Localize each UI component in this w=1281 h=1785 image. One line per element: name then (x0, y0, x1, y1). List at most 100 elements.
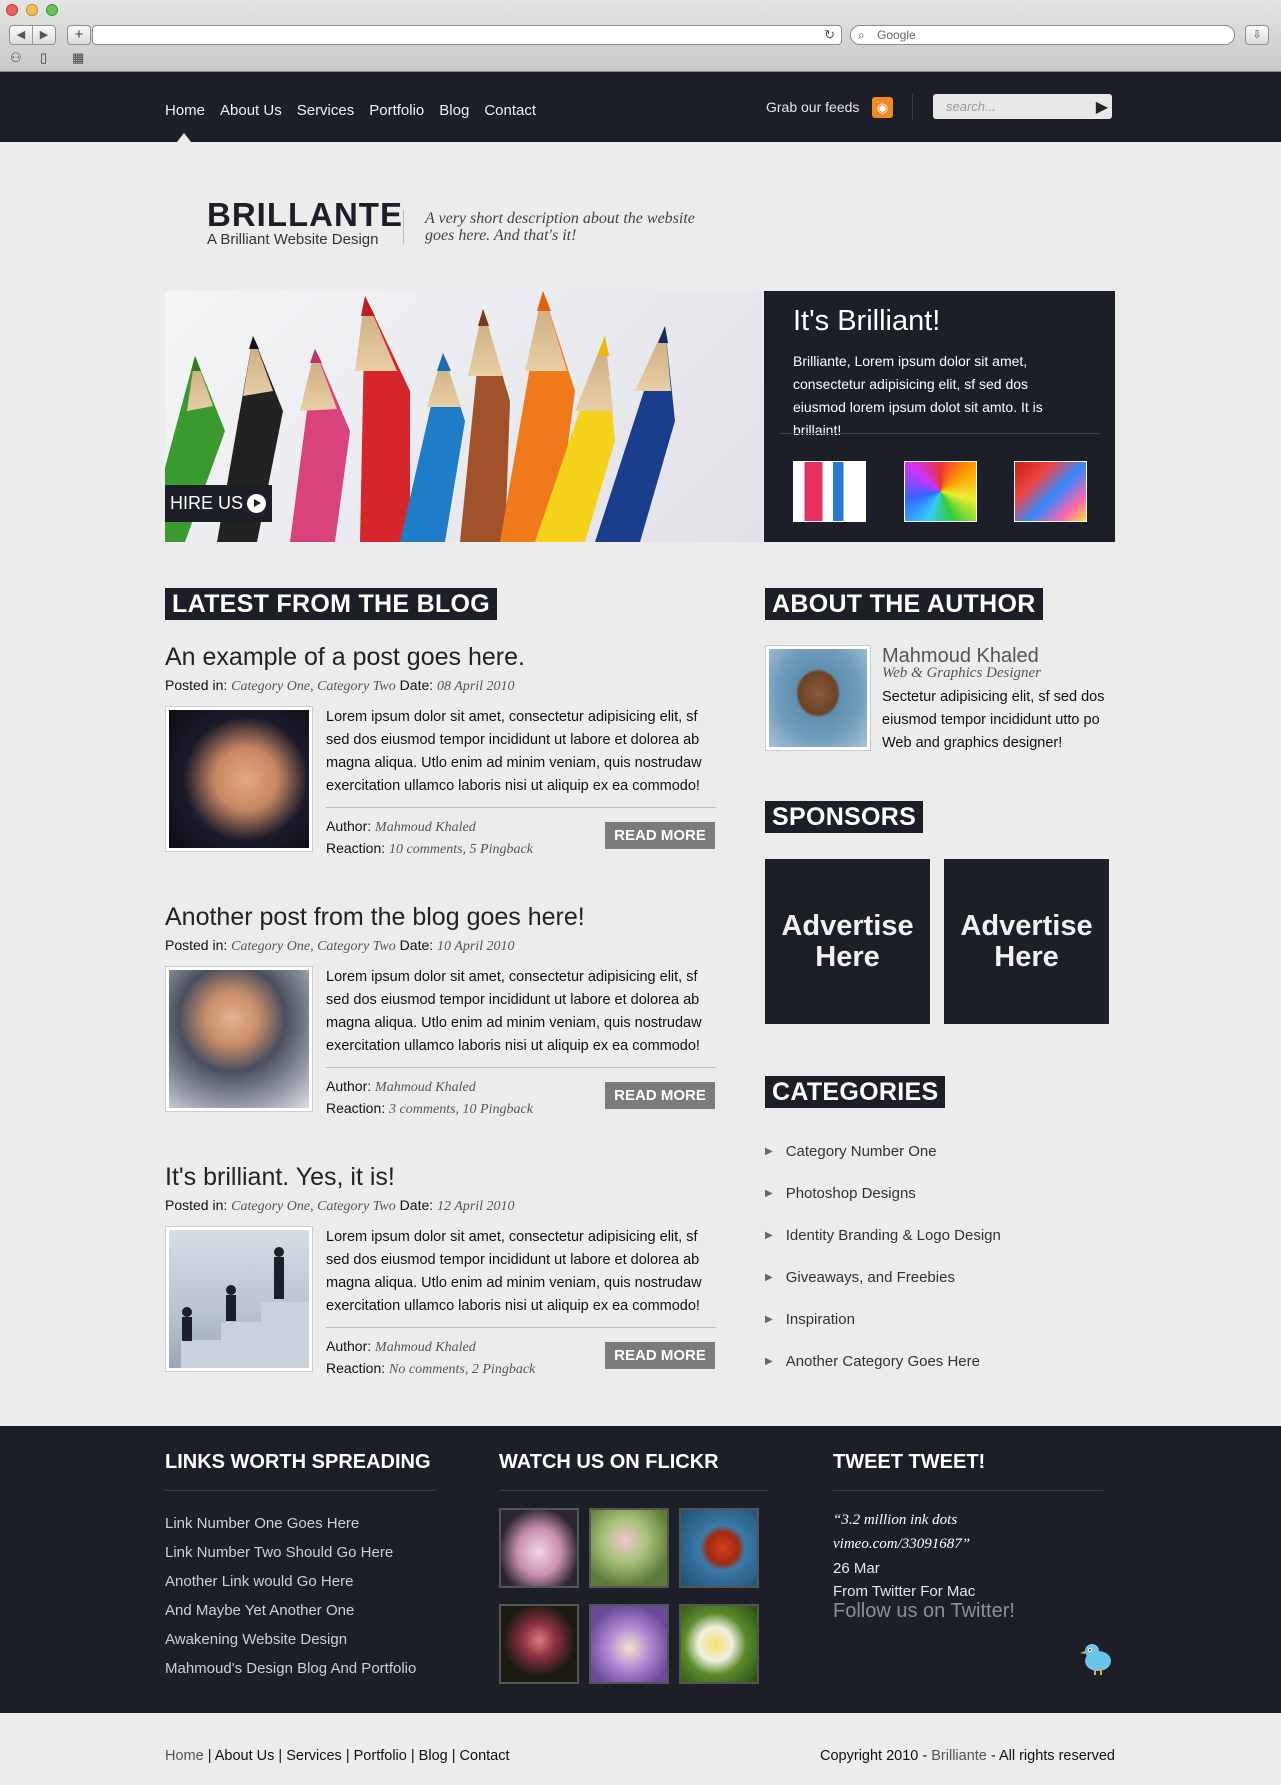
feature-thumbnail[interactable] (1014, 461, 1087, 522)
nav-home[interactable]: Home (165, 102, 205, 119)
tweet-link[interactable]: vimeo.com/33091687” (833, 1532, 970, 1556)
site-description: A very short description about the websi… (425, 210, 695, 244)
post-title[interactable]: Another post from the blog goes here! (165, 903, 585, 932)
author-role: Web & Graphics Designer (882, 665, 1042, 681)
flickr-photo[interactable] (679, 1508, 759, 1588)
search-submit-icon[interactable]: ▶ (1096, 95, 1108, 120)
pencil-red (355, 296, 410, 542)
post-categories[interactable]: Category One, Category Two (231, 1199, 396, 1214)
flickr-photo[interactable] (679, 1604, 759, 1684)
feature-panel: It's Brilliant! Brilliante, Lorem ipsum … (764, 291, 1115, 542)
flickr-photo[interactable] (589, 1508, 669, 1588)
read-more-button[interactable]: READ MORE (605, 1342, 715, 1369)
nav-portfolio[interactable]: Portfolio (369, 102, 424, 119)
feature-thumbnail[interactable] (793, 461, 866, 522)
category-link[interactable]: Category Number One (765, 1143, 937, 1160)
category-link[interactable]: Inspiration (765, 1311, 855, 1328)
bottom-bar: Home | About Us | Services | Portfolio |… (0, 1713, 1281, 1785)
flickr-photo[interactable] (499, 1508, 579, 1588)
footer-link[interactable]: Awakening Website Design (165, 1631, 347, 1648)
site-logo[interactable]: BRILLANTE (207, 196, 403, 234)
post-footer: Author: Mahmoud Khaled Reaction: 10 comm… (326, 816, 533, 860)
post-categories[interactable]: Category One, Category Two (231, 679, 396, 694)
reading-list-icon[interactable]: ⚇ (10, 50, 22, 66)
category-link[interactable]: Another Category Goes Here (765, 1353, 980, 1370)
zoom-window-icon[interactable] (46, 4, 58, 16)
site-footer: LINKS WORTH SPREADING Link Number One Go… (0, 1426, 1281, 1713)
post-author[interactable]: Mahmoud Khaled (375, 1340, 476, 1355)
bottom-navigation: Home | About Us | Services | Portfolio |… (165, 1748, 510, 1764)
author-label: Author: (326, 1338, 372, 1354)
search-input[interactable]: search... ▶ (933, 94, 1112, 119)
post-thumbnail[interactable] (165, 1226, 313, 1372)
minimize-window-icon[interactable] (26, 4, 38, 16)
post-reaction[interactable]: 10 comments, 5 Pingback (389, 842, 533, 857)
browser-search-field[interactable]: ⌕ Google (850, 25, 1235, 45)
twitter-heading: TWEET TWEET! (833, 1451, 986, 1473)
post-date: 12 April 2010 (437, 1199, 515, 1214)
category-link[interactable]: Photoshop Designs (765, 1185, 916, 1202)
reaction-label: Reaction: (326, 1100, 386, 1116)
post-excerpt: Lorem ipsum dolor sit amet, consectetur … (326, 1229, 702, 1314)
bottom-nav-about-us[interactable]: About Us (215, 1748, 275, 1764)
add-bookmark-button[interactable]: + (67, 25, 91, 45)
bottom-nav-blog[interactable]: Blog (419, 1748, 448, 1764)
twitter-bird-icon[interactable] (1080, 1641, 1116, 1675)
category-link[interactable]: Giveaways, and Freebies (765, 1269, 955, 1286)
footer-link[interactable]: Link Number One Goes Here (165, 1515, 359, 1532)
read-more-button[interactable]: READ MORE (605, 822, 715, 849)
nav-contact[interactable]: Contact (484, 102, 536, 119)
post-reaction[interactable]: No comments, 2 Pingback (389, 1362, 535, 1377)
post-excerpt: Lorem ipsum dolor sit amet, consectetur … (326, 969, 702, 1054)
sponsor-ad[interactable]: Advertise Here (944, 859, 1109, 1024)
nav-blog[interactable]: Blog (439, 102, 469, 119)
close-window-icon[interactable] (6, 4, 18, 16)
bookmarks-icon[interactable]: ▯ (40, 50, 47, 66)
post-author[interactable]: Mahmoud Khaled (375, 820, 476, 835)
posted-in-label: Posted in: (165, 677, 228, 693)
downloads-button[interactable]: ⇩ (1245, 25, 1269, 45)
browser-toolbar: ◀ ▶ + ↻ ⌕ Google ⇩ ⚇ ▯ ▦ (0, 0, 1281, 72)
flickr-photo[interactable] (589, 1604, 669, 1684)
footer-link[interactable]: Another Link would Go Here (165, 1573, 353, 1590)
nav-about-us[interactable]: About Us (220, 102, 282, 119)
back-forward-buttons: ◀ ▶ (9, 25, 56, 45)
post-meta: Posted in: Category One, Category Two Da… (165, 1197, 515, 1215)
reload-icon[interactable]: ↻ (824, 27, 835, 43)
forward-button[interactable]: ▶ (33, 26, 55, 44)
post-author[interactable]: Mahmoud Khaled (375, 1080, 476, 1095)
pencil-brown (460, 309, 510, 542)
feature-thumbnail[interactable] (904, 461, 977, 522)
back-button[interactable]: ◀ (10, 26, 33, 44)
posted-in-label: Posted in: (165, 937, 228, 953)
post-categories[interactable]: Category One, Category Two (231, 939, 396, 954)
rss-icon[interactable]: ◉ (872, 97, 893, 118)
bottom-nav-portfolio[interactable]: Portfolio (354, 1748, 407, 1764)
nav-services[interactable]: Services (297, 102, 355, 119)
browser-search-placeholder: Google (877, 28, 916, 42)
read-more-button[interactable]: READ MORE (605, 1082, 715, 1109)
post-title[interactable]: It's brilliant. Yes, it is! (165, 1163, 395, 1192)
bottom-nav-contact[interactable]: Contact (460, 1748, 510, 1764)
sponsor-ad[interactable]: Advertise Here (765, 859, 930, 1024)
follow-twitter-link[interactable]: Follow us on Twitter! (833, 1600, 1015, 1623)
post-reaction[interactable]: 3 comments, 10 Pingback (389, 1102, 533, 1117)
copyright-brand[interactable]: Brilliante (931, 1748, 987, 1764)
feature-text: Brilliante, Lorem ipsum dolor sit amet, … (793, 353, 1043, 438)
flickr-photo[interactable] (499, 1604, 579, 1684)
post-thumbnail[interactable] (165, 966, 313, 1112)
footer-link[interactable]: Mahmoud's Design Blog And Portfolio (165, 1660, 416, 1677)
feeds-label[interactable]: Grab our feeds (766, 99, 859, 115)
copyright-prefix: Copyright 2010 - (820, 1748, 928, 1764)
address-bar[interactable]: ↻ (92, 25, 842, 45)
post-title[interactable]: An example of a post goes here. (165, 643, 525, 672)
category-link[interactable]: Identity Branding & Logo Design (765, 1227, 1001, 1244)
hire-us-button[interactable]: HIRE US (165, 485, 272, 522)
bottom-nav-home[interactable]: Home (165, 1748, 204, 1764)
active-nav-indicator (177, 133, 191, 142)
footer-link[interactable]: Link Number Two Should Go Here (165, 1544, 393, 1561)
bottom-nav-services[interactable]: Services (286, 1748, 342, 1764)
post-thumbnail[interactable] (165, 706, 313, 852)
footer-link[interactable]: And Maybe Yet Another One (165, 1602, 354, 1619)
top-sites-icon[interactable]: ▦ (72, 50, 84, 66)
